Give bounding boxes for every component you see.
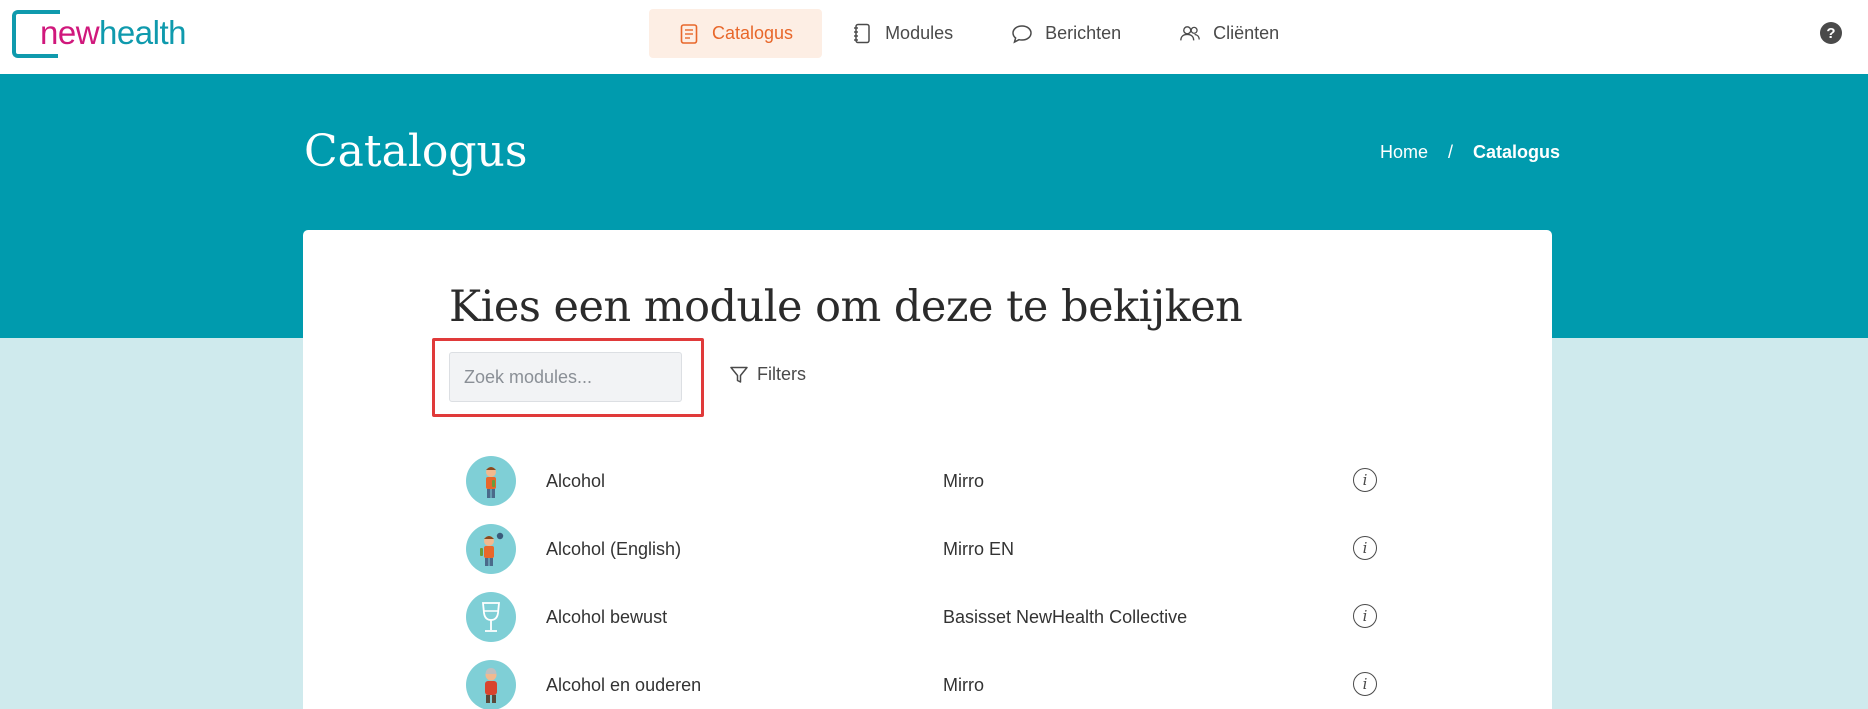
module-name[interactable]: Alcohol	[546, 471, 605, 492]
card-heading: Kies een module om deze te bekijken	[449, 282, 1243, 332]
info-icon[interactable]: i	[1353, 672, 1377, 696]
filter-funnel-icon	[730, 366, 748, 383]
nav-item-label: Catalogus	[712, 23, 794, 43]
logo-text-new: new	[40, 14, 100, 51]
nav-item-modules[interactable]: Modules	[822, 9, 982, 58]
breadcrumb-current: Catalogus	[1473, 142, 1561, 162]
nav-item-berichten[interactable]: Berichten	[982, 9, 1150, 58]
breadcrumb-home-link[interactable]: Home	[1380, 142, 1428, 163]
chat-bubble-icon	[1011, 23, 1033, 45]
nav-item-catalogus[interactable]: Catalogus	[649, 9, 823, 58]
filters-label: Filters	[757, 364, 806, 384]
page-title: Catalogus	[304, 126, 528, 177]
module-set: Basisset NewHealth Collective	[943, 607, 1188, 627]
info-icon[interactable]: i	[1353, 468, 1377, 492]
module-set: Mirro	[943, 675, 984, 695]
help-icon[interactable]: ?	[1820, 22, 1842, 44]
breadcrumb: Home / Catalogus	[1380, 142, 1560, 163]
elderly-person-icon	[466, 660, 516, 709]
search-input[interactable]	[449, 352, 682, 402]
breadcrumb-separator: /	[1448, 142, 1454, 162]
info-icon[interactable]: i	[1353, 536, 1377, 560]
users-icon	[1179, 23, 1201, 45]
nav-item-clienten[interactable]: Cliënten	[1150, 9, 1308, 58]
list-item[interactable]: Alcohol bewust Basisset NewHealth Collec…	[466, 582, 1396, 650]
list-item[interactable]: Alcohol en ouderen Mirro i	[466, 650, 1396, 709]
catalog-icon	[678, 23, 700, 45]
logo-text-health: health	[99, 14, 186, 51]
nav-item-label: Modules	[885, 23, 954, 43]
filters-button[interactable]: Filters	[729, 364, 806, 385]
catalog-card: Kies een module om deze te bekijken Filt…	[303, 230, 1552, 709]
notebook-icon	[851, 23, 873, 45]
nav-item-label: Berichten	[1045, 23, 1122, 43]
module-name[interactable]: Alcohol bewust	[546, 607, 667, 628]
info-icon[interactable]: i	[1353, 604, 1377, 628]
top-navigation-bar: newhealth Catalogus Modules Berichten Cl…	[0, 0, 1868, 74]
module-set: Mirro	[943, 471, 984, 491]
person-bottle-icon	[466, 524, 516, 574]
module-name[interactable]: Alcohol en ouderen	[546, 675, 701, 696]
main-nav: Catalogus Modules Berichten Cliënten	[649, 9, 1308, 58]
list-item[interactable]: Alcohol (English) Mirro EN i	[466, 514, 1396, 582]
logo-text: newhealth	[40, 14, 186, 52]
module-name[interactable]: Alcohol (English)	[546, 539, 681, 560]
wine-glass-icon	[466, 592, 516, 642]
nav-item-label: Cliënten	[1213, 23, 1280, 43]
module-list: Alcohol Mirro i Alcohol (English) Mirro …	[466, 446, 1396, 709]
list-item[interactable]: Alcohol Mirro i	[466, 446, 1396, 514]
person-bottle-icon	[466, 456, 516, 506]
module-set: Mirro EN	[943, 539, 1014, 559]
newhealth-logo[interactable]: newhealth	[12, 10, 212, 58]
